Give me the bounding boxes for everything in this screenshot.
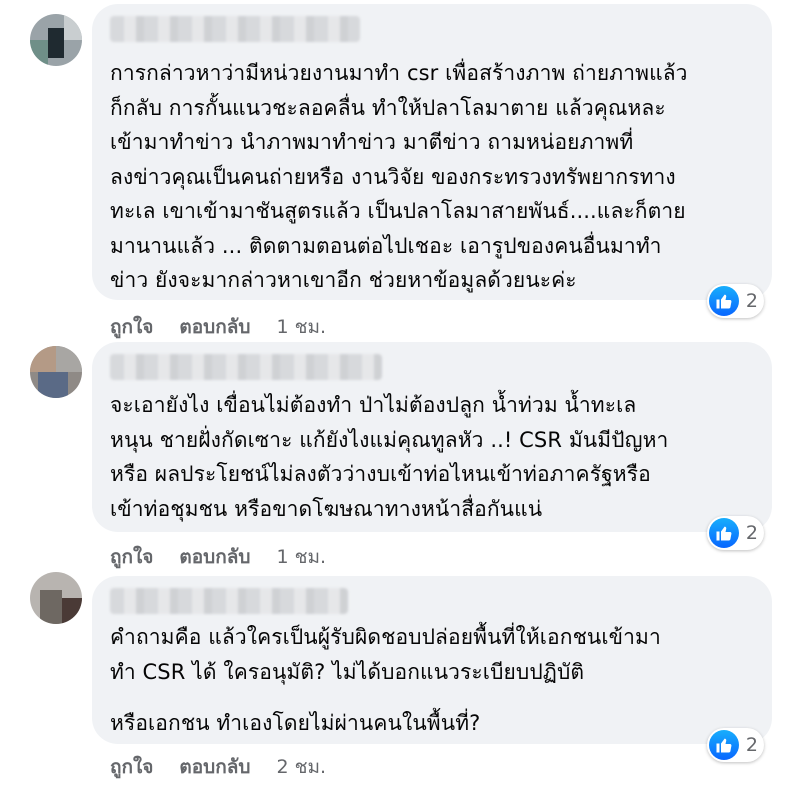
reaction-count: 2 xyxy=(745,522,758,544)
comment-bubble: การกล่าวหาว่ามีหน่วยงานมาทำ csr เพื่อสร้… xyxy=(92,4,772,318)
like-thumbs-up-icon xyxy=(708,730,739,760)
comment-text: จะเอายังไง เขื่อนไม่ต้องทำ ป่าไม่ต้องปลู… xyxy=(110,388,754,526)
comment-line: ก็กลับ การกั้นแนวชะลอคลื่น ทำให้ปลาโลมาต… xyxy=(110,95,666,120)
comment-line: ทำ CSR ได้ ใครอนุมัติ? ไม่ได้บอกแนวระเบี… xyxy=(110,659,585,684)
comment-actions: ถูกใจ ตอบกลับ 1 ชม. xyxy=(110,542,326,572)
comment-line: ข่าว ยังจะมากล่าวหาเขาอีก ช่วยหาข้อมูลด้… xyxy=(110,268,577,292)
reaction-count: 2 xyxy=(745,734,758,756)
comment-line: ทะเล เขาเข้ามาชันสูตรแล้ว เป็นปลาโลมาสาย… xyxy=(110,199,686,223)
reply-button[interactable]: ตอบกลับ xyxy=(179,752,250,782)
avatar[interactable] xyxy=(30,14,82,66)
reply-button[interactable]: ตอบกลับ xyxy=(179,312,250,342)
comment-line: เข้าท่อชุมชน หรือขาดโฆษณาทางหน้าสื่อกันแ… xyxy=(110,496,543,521)
like-button[interactable]: ถูกใจ xyxy=(110,312,153,342)
commenter-name-blurred[interactable] xyxy=(110,16,360,42)
comment-bubble: คำถามคือ แล้วใครเป็นผู้รับผิดชอบปล่อยพื้… xyxy=(92,576,772,762)
comment-line: ลงข่าวคุณเป็นคนถ่ายหรือ งานวิจัย ของกระท… xyxy=(110,164,676,189)
reaction-summary[interactable]: 2 xyxy=(706,284,764,318)
reaction-summary[interactable]: 2 xyxy=(706,516,764,550)
comment-line: จะเอายังไง เขื่อนไม่ต้องทำ ป่าไม่ต้องปลู… xyxy=(110,393,637,417)
comment-line: การกล่าวหาว่ามีหน่วยงานมาทำ csr เพื่อสร้… xyxy=(110,61,688,85)
avatar[interactable] xyxy=(30,346,82,398)
timestamp[interactable]: 2 ชม. xyxy=(276,752,326,782)
reaction-count: 2 xyxy=(745,290,758,312)
comment-actions: ถูกใจ ตอบกลับ 1 ชม. xyxy=(110,312,326,342)
reaction-summary[interactable]: 2 xyxy=(706,728,764,762)
comment-line: มานานแล้ว ... ติดตามตอนต่อไปเชอะ เอารูปข… xyxy=(110,233,662,258)
comment-line: คำถามคือ แล้วใครเป็นผู้รับผิดชอบปล่อยพื้… xyxy=(110,625,661,649)
comment-line: หนุน ชายฝั่งกัดเซาะ แก้ยังไงแม่คุณทูลหัว… xyxy=(110,427,669,452)
comment-line: เข้ามาทำข่าว นำภาพมาทำข่าว มาตีข่าว ถามห… xyxy=(110,130,634,154)
comment-line: หรือ ผลประโยชน์ไม่ลงตัวว่างบเข้าท่อไหนเข… xyxy=(110,462,651,486)
comment-line: หรือเอกชน ทำเองโดยไม่ผ่านคนในพื้นที่? xyxy=(110,711,481,735)
like-button[interactable]: ถูกใจ xyxy=(110,542,153,572)
avatar[interactable] xyxy=(30,572,82,624)
commenter-name-blurred[interactable] xyxy=(110,588,348,614)
like-button[interactable]: ถูกใจ xyxy=(110,752,153,782)
like-thumbs-up-icon xyxy=(708,518,739,548)
reply-button[interactable]: ตอบกลับ xyxy=(179,542,250,572)
timestamp[interactable]: 1 ชม. xyxy=(276,542,326,572)
comment-actions: ถูกใจ ตอบกลับ 2 ชม. xyxy=(110,752,326,782)
commenter-name-blurred[interactable] xyxy=(110,354,382,380)
comment-text: คำถามคือ แล้วใครเป็นผู้รับผิดชอบปล่อยพื้… xyxy=(110,620,754,741)
like-thumbs-up-icon xyxy=(708,286,739,316)
comment-bubble: จะเอายังไง เขื่อนไม่ต้องทำ ป่าไม่ต้องปลู… xyxy=(92,342,772,550)
comment-text: การกล่าวหาว่ามีหน่วยงานมาทำ csr เพื่อสร้… xyxy=(110,56,754,298)
timestamp[interactable]: 1 ชม. xyxy=(276,312,326,342)
